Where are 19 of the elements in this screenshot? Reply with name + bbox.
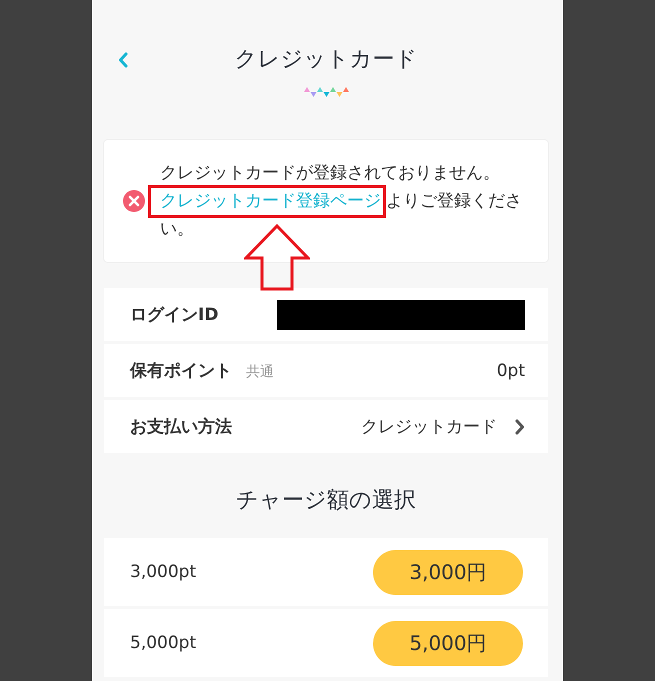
row-value: 0pt — [496, 360, 525, 380]
back-icon[interactable] — [118, 52, 128, 68]
charge-label: 5,000pt — [130, 633, 196, 653]
up-arrow-icon — [244, 224, 310, 291]
row-tag: 共通 — [246, 363, 274, 381]
row-label: 保有ポイント — [130, 360, 232, 382]
row-value: クレジットカード — [361, 416, 497, 438]
row-label: お支払い方法 — [130, 416, 232, 438]
error-message: クレジットカードが登録されておりません。 クレジットカード登録ページ よりご登録ください。 — [160, 159, 532, 243]
section-title: チャージ額の選択 — [235, 488, 417, 514]
bunting-icon — [304, 87, 348, 97]
charge-button[interactable]: 3,000円 — [373, 550, 523, 594]
row-label: ログインID — [130, 304, 218, 326]
page-title: クレジットカード — [234, 47, 418, 73]
charge-label: 3,000pt — [130, 562, 196, 582]
info-row[interactable]: お支払い方法 クレジットカード — [104, 400, 548, 453]
charge-button[interactable]: 5,000円 — [373, 620, 523, 666]
error-icon — [123, 190, 145, 212]
chevron-right-icon — [515, 418, 525, 434]
